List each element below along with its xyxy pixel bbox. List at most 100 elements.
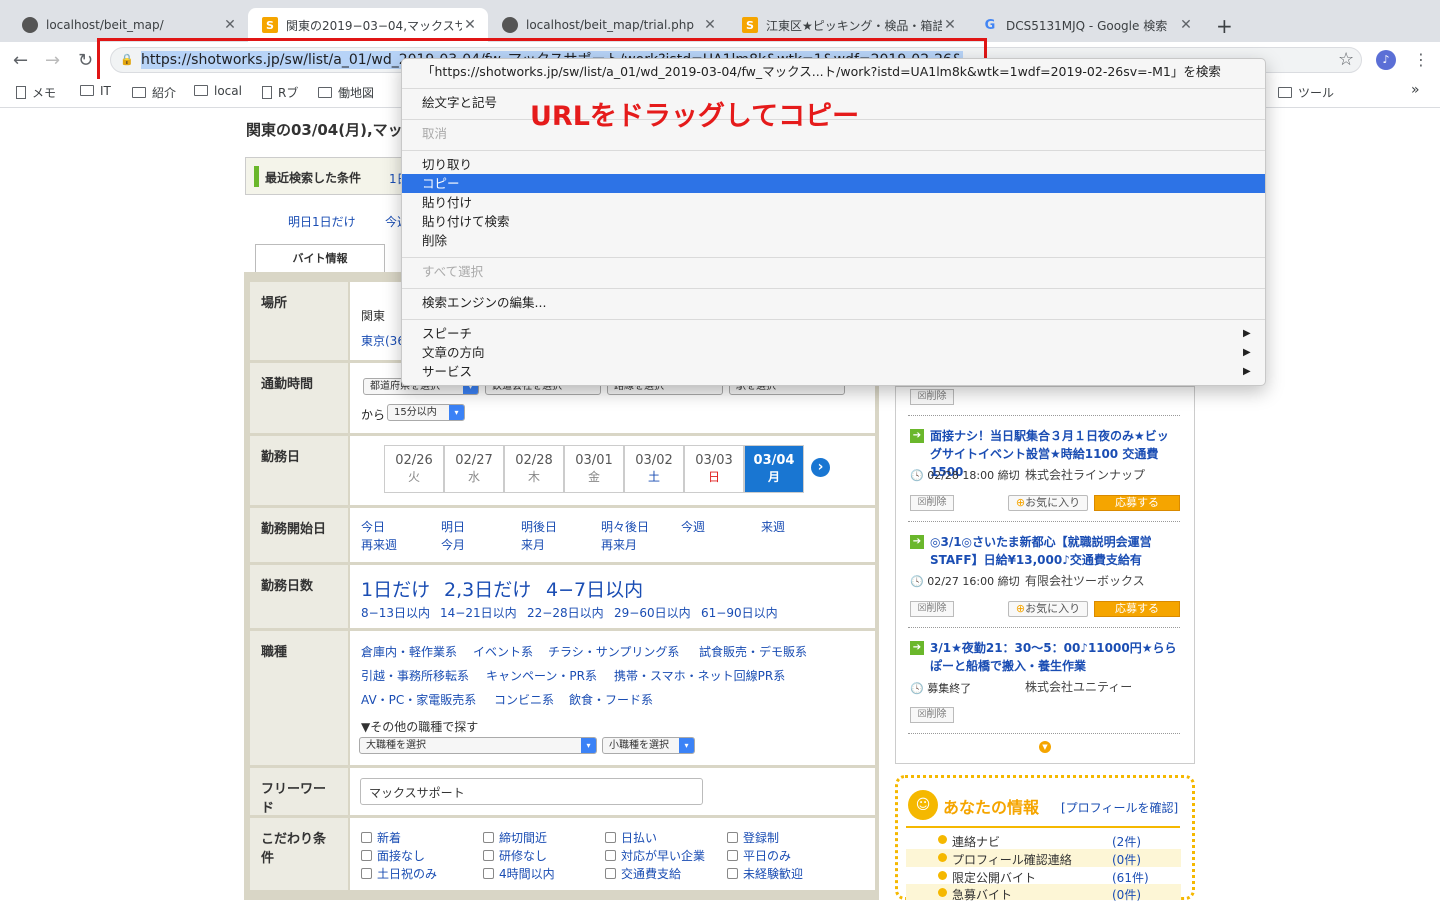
menu-item-cut[interactable]: 切り取り: [402, 155, 1265, 174]
show-more-icon[interactable]: ▼: [1039, 741, 1051, 753]
job-type-link[interactable]: 試食販売・デモ販系: [699, 643, 807, 660]
bookmark-local[interactable]: local: [194, 84, 242, 98]
info-row[interactable]: プロフィール確認連絡 (0件): [906, 849, 1181, 867]
browser-tab-4[interactable]: S 江東区★ピッキング・検品・箱詰め ✕: [728, 8, 968, 42]
days-2-3-link[interactable]: 2,3日だけ: [444, 575, 531, 602]
start-date-link[interactable]: 今日: [361, 518, 385, 535]
delete-button[interactable]: ☒削除: [910, 707, 954, 723]
job-type-link[interactable]: 倉庫内・軽作業系: [361, 643, 457, 660]
pref-link[interactable]: 東京(36: [361, 332, 405, 349]
freeword-input[interactable]: マックスサポート: [360, 778, 703, 805]
close-icon[interactable]: ✕: [942, 17, 958, 33]
menu-item-edit-engines[interactable]: 検索エンジンの編集...: [402, 293, 1265, 312]
job-type-link[interactable]: チラシ・サンプリング系: [548, 643, 679, 660]
days-14-21-link[interactable]: 14−21日以内: [440, 604, 517, 621]
other-job-types-toggle[interactable]: ▼その他の職種で探す: [361, 718, 478, 735]
condition-checkbox[interactable]: 新着: [361, 829, 401, 846]
days-61-90-link[interactable]: 61−90日以内: [701, 604, 778, 621]
close-icon[interactable]: ✕: [702, 17, 718, 33]
bookmark-memo[interactable]: メモ: [16, 84, 56, 101]
major-job-select[interactable]: 大職種を選択 ▾: [359, 737, 597, 754]
date-cell[interactable]: 03/04 月: [744, 445, 804, 493]
menu-item-search-url[interactable]: 「https://shotworks.jp/sw/list/a_01/wd_20…: [402, 62, 1265, 81]
job-type-link[interactable]: 携帯・スマホ・ネット回線PR系: [614, 667, 785, 684]
back-icon[interactable]: ←: [13, 50, 28, 71]
delete-button[interactable]: ☒削除: [910, 389, 954, 405]
condition-checkbox[interactable]: 未経験歓迎: [727, 865, 803, 882]
condition-checkbox[interactable]: 日払い: [605, 829, 657, 846]
start-date-link[interactable]: 再来週: [361, 536, 397, 553]
date-cell[interactable]: 02/27 水: [444, 445, 504, 493]
next-dates-button[interactable]: ›: [811, 458, 830, 477]
job-type-link[interactable]: イベント系: [473, 643, 533, 660]
condition-checkbox[interactable]: 4時間以内: [483, 865, 555, 882]
days-1-link[interactable]: 1日だけ: [361, 575, 430, 602]
days-22-28-link[interactable]: 22−28日以内: [527, 604, 604, 621]
condition-checkbox[interactable]: 研修なし: [483, 847, 547, 864]
start-date-link[interactable]: 明後日: [521, 518, 557, 535]
menu-item-direction[interactable]: 文章の方向: [402, 343, 1265, 362]
bookmark-rb[interactable]: Rブ: [262, 84, 298, 101]
menu-item-delete[interactable]: 削除: [402, 231, 1265, 250]
tomorrow-only-link[interactable]: 明日1日だけ: [288, 213, 356, 230]
days-4-7-link[interactable]: 4−7日以内: [546, 575, 643, 602]
bookmarks-overflow[interactable]: »: [1411, 82, 1420, 98]
job-title-link[interactable]: ◎3/1◎さいたま新都心【就職説明会運営STAFF】日給¥13,000♪交通費支…: [930, 533, 1180, 569]
browser-tab-1[interactable]: localhost/beit_map/ ✕: [8, 8, 248, 42]
job-type-link[interactable]: キャンペーン・PR系: [486, 667, 597, 684]
new-tab-button[interactable]: +: [1216, 14, 1233, 38]
date-cell[interactable]: 03/03 日: [684, 445, 744, 493]
favorite-button[interactable]: ⊕お気に入り: [1008, 495, 1088, 511]
forward-icon[interactable]: →: [45, 50, 60, 71]
condition-checkbox[interactable]: 交通費支給: [605, 865, 681, 882]
date-cell[interactable]: 03/02 土: [624, 445, 684, 493]
browser-tab-3[interactable]: localhost/beit_map/trial.php ✕: [488, 8, 728, 42]
start-date-link[interactable]: 再来月: [601, 536, 637, 553]
minor-job-select[interactable]: 小職種を選択 ▾: [602, 737, 695, 754]
start-date-link[interactable]: 来月: [521, 536, 545, 553]
job-type-link[interactable]: コンビニ系: [494, 691, 554, 708]
menu-item-speech[interactable]: スピーチ: [402, 324, 1265, 343]
delete-button[interactable]: ☒削除: [910, 495, 954, 511]
favorite-button[interactable]: ⊕お気に入り: [1008, 601, 1088, 617]
job-type-link[interactable]: 飲食・フード系: [569, 691, 653, 708]
bookmark-intro[interactable]: 紹介: [132, 84, 176, 101]
menu-item-paste[interactable]: 貼り付け: [402, 193, 1265, 212]
start-date-link[interactable]: 明日: [441, 518, 465, 535]
condition-checkbox[interactable]: 登録制: [727, 829, 779, 846]
date-cell[interactable]: 02/26 火: [384, 445, 444, 493]
browser-tab-5[interactable]: G DCS5131MJQ - Google 検索 ✕: [968, 8, 1204, 42]
menu-item-services[interactable]: サービス: [402, 362, 1265, 381]
close-icon[interactable]: ✕: [462, 17, 478, 33]
menu-item-copy[interactable]: コピー: [402, 174, 1265, 193]
date-cell[interactable]: 03/01 金: [564, 445, 624, 493]
info-row[interactable]: 急募バイト (0件): [906, 884, 1181, 902]
start-date-link[interactable]: 今月: [441, 536, 465, 553]
close-icon[interactable]: ✕: [222, 17, 238, 33]
bookmark-map[interactable]: 働地図: [318, 84, 374, 101]
info-row[interactable]: 連絡ナビ (2件): [906, 831, 1181, 849]
more-menu-icon[interactable]: ⋮: [1413, 50, 1429, 69]
bookmark-tools[interactable]: ツール: [1278, 84, 1334, 101]
close-icon[interactable]: ✕: [1178, 17, 1194, 33]
tab-baito-info[interactable]: バイト情報: [255, 244, 385, 272]
condition-checkbox[interactable]: 締切間近: [483, 829, 547, 846]
days-29-60-link[interactable]: 29−60日以内: [614, 604, 691, 621]
job-type-link[interactable]: AV・PC・家電販売系: [361, 691, 476, 708]
condition-checkbox[interactable]: 対応が早い企業: [605, 847, 705, 864]
days-8-13-link[interactable]: 8−13日以内: [361, 604, 430, 621]
start-date-link[interactable]: 今週: [681, 518, 705, 535]
job-title-link[interactable]: 3/1★夜勤21：30〜5：00♪11000円★ららぽーと船橋で搬入・養生作業: [930, 639, 1180, 675]
condition-checkbox[interactable]: 面接なし: [361, 847, 425, 864]
condition-checkbox[interactable]: 平日のみ: [727, 847, 791, 864]
apply-button[interactable]: 応募する: [1094, 495, 1180, 511]
info-row[interactable]: 限定公開バイト (61件): [906, 867, 1181, 885]
extension-icon[interactable]: ♪: [1376, 50, 1396, 70]
apply-button[interactable]: 応募する: [1094, 601, 1180, 617]
profile-link[interactable]: [プロフィールを確認]: [1061, 799, 1178, 816]
menu-item-paste-search[interactable]: 貼り付けて検索: [402, 212, 1265, 231]
delete-button[interactable]: ☒削除: [910, 601, 954, 617]
minutes-select[interactable]: 15分以内 ▾: [387, 404, 465, 421]
job-type-link[interactable]: 引越・事務所移転系: [361, 667, 469, 684]
menu-item-select-all[interactable]: すべて選択: [402, 262, 1265, 281]
